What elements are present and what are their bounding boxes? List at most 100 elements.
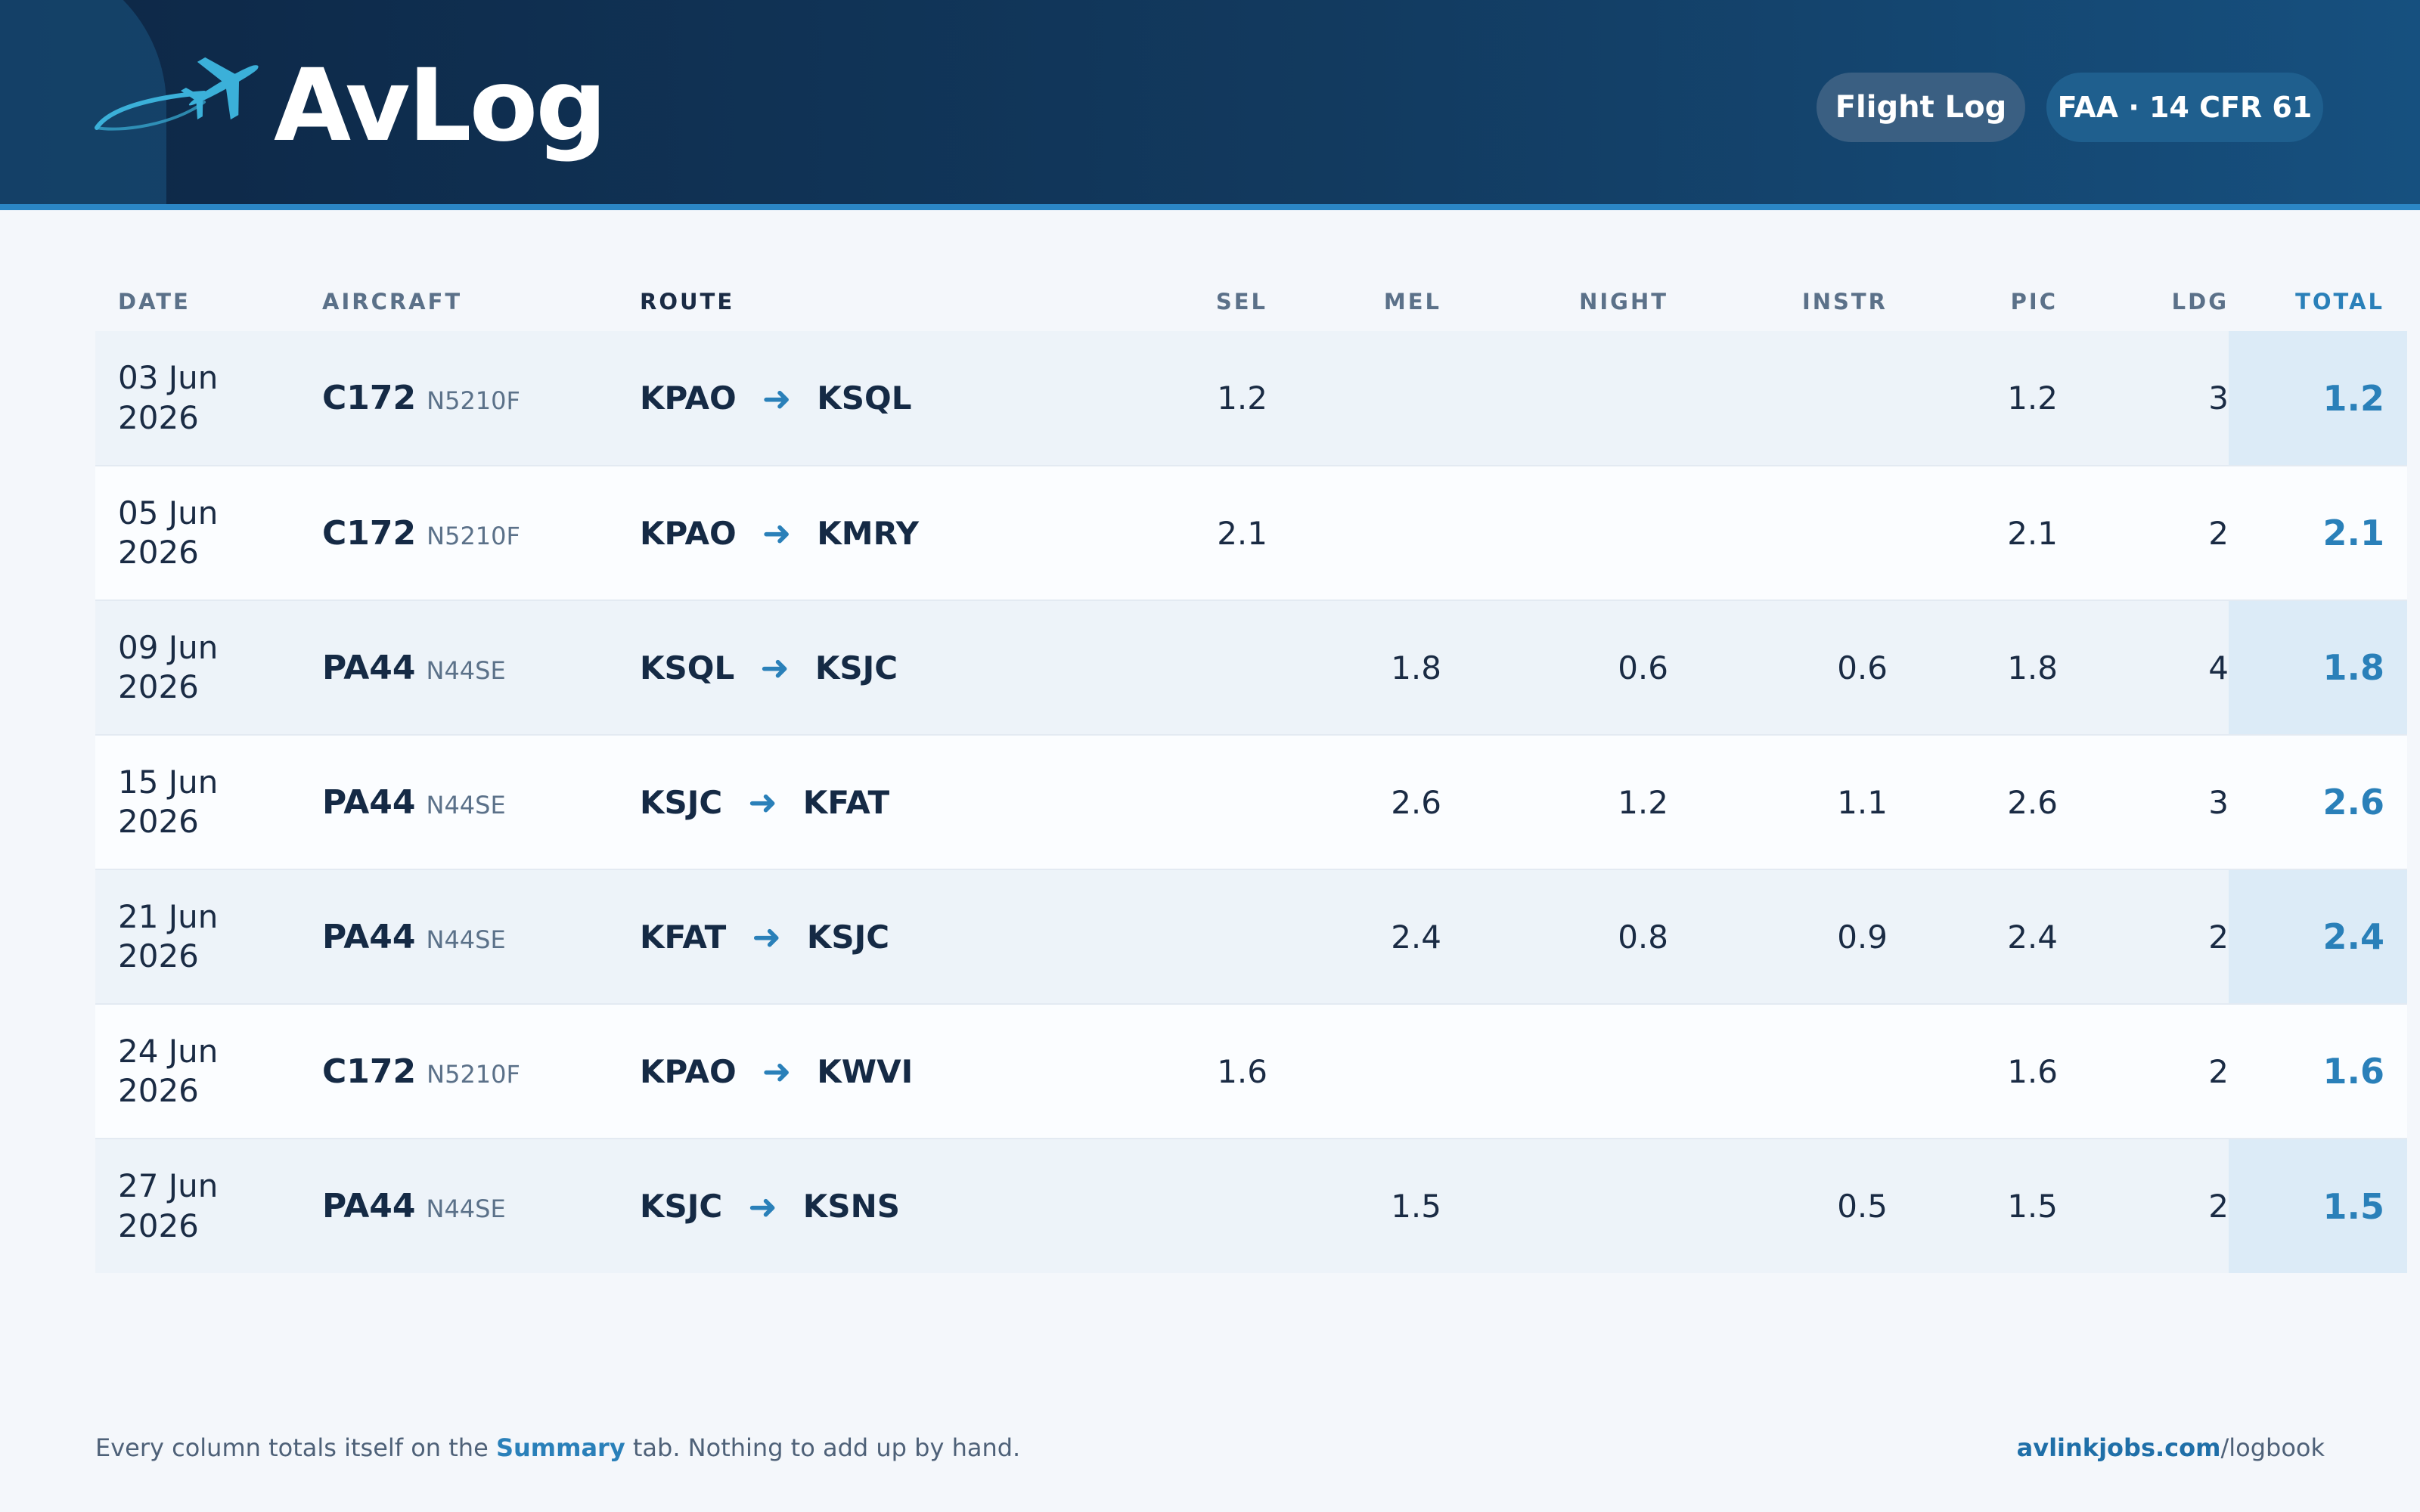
cell-route: KSJC ➜ KFAT [640,734,1018,869]
column-header-night[interactable]: NIGHT [1441,272,1668,331]
cell-route: KFAT ➜ KSJC [640,869,1018,1004]
table-row[interactable]: 21 Jun 2026 PA44 N44SE KFAT ➜ KSJC 2.4 0.8 0.9 2.4… [95,869,2407,1004]
cell-night [1441,1138,1668,1273]
cell-route: KPAO ➜ KSQL [640,331,1018,466]
cell-total: 2.1 [2229,465,2407,600]
table-row[interactable]: 24 Jun 2026 C172 N5210F KPAO ➜ KWVI 1.6 1.6 2 1.6 [95,1003,2407,1139]
cell-date: 15 Jun 2026 [95,734,322,869]
date-day-month: 27 Jun [118,1167,219,1204]
cell-mel: 2.6 [1267,734,1441,869]
cell-route: KPAO ➜ KMRY [640,465,1018,600]
app-header: AvLog Flight Log FAA · 14 CFR 61 [0,0,2420,210]
aircraft-registration: N44SE [426,790,506,820]
column-header-sel[interactable]: SEL [1018,272,1267,331]
route-destination: KSNS [802,1188,900,1225]
table-row[interactable]: 15 Jun 2026 PA44 N44SE KSJC ➜ KFAT 2.6 1.2 1.1 2.6… [95,734,2407,869]
summary-tab-link[interactable]: Summary [496,1433,625,1462]
cell-sel: 1.6 [1018,1003,1267,1139]
aircraft-registration: N44SE [426,655,506,685]
cell-sel: 1.2 [1018,331,1267,466]
table-row[interactable]: 03 Jun 2026 C172 N5210F KPAO ➜ KSQL 1.2 1.2 3 1.2 [95,331,2407,466]
footer-note-text: Every column totals itself on the [95,1433,496,1462]
aircraft-type: PA44 [322,782,416,822]
column-header-ldg[interactable]: LDG [2058,272,2229,331]
cell-pic: 1.5 [1888,1138,2058,1273]
cell-total: 1.5 [2229,1138,2407,1273]
cell-ldg: 2 [2058,1138,2229,1273]
footer-note: Every column totals itself on the Summar… [95,1433,1020,1462]
aircraft-registration: N44SE [426,1194,506,1223]
date-day-month: 09 Jun [118,628,219,666]
cell-ldg: 2 [2058,465,2229,600]
route-destination: KFAT [802,783,890,821]
cell-mel [1267,465,1441,600]
route-origin: KPAO [640,380,737,417]
date-year: 2026 [118,534,199,571]
flight-log-badge[interactable]: Flight Log [1817,73,2025,142]
aircraft-registration: N5210F [427,386,520,415]
cell-total: 1.8 [2229,600,2407,735]
route-origin: KFAT [640,918,727,956]
footer-url[interactable]: avlinkjobs.com/logbook [2017,1433,2325,1462]
cell-night [1441,1003,1668,1139]
column-header-mel[interactable]: MEL [1267,272,1441,331]
cell-pic: 2.1 [1888,465,2058,600]
route-origin: KSQL [640,649,735,686]
column-header-route[interactable]: ROUTE [640,272,1018,331]
footer-path: /logbook [2220,1433,2325,1462]
cell-date: 27 Jun 2026 [95,1138,322,1273]
footer-note-text-end: tab. Nothing to add up by hand. [625,1433,1021,1462]
cell-instr [1668,1003,1888,1139]
faa-regulation-badge[interactable]: FAA · 14 CFR 61 [2046,73,2323,142]
cell-sel: 2.1 [1018,465,1267,600]
date-year: 2026 [118,937,199,974]
cell-pic: 1.8 [1888,600,2058,735]
aircraft-registration: N44SE [426,925,506,954]
app-name: AvLog [274,48,607,164]
cell-ldg: 3 [2058,331,2229,466]
cell-aircraft: C172 N5210F [322,331,640,466]
column-header-date[interactable]: DATE [95,272,322,331]
date-year: 2026 [118,1207,199,1244]
route-destination: KWVI [817,1052,914,1090]
cell-route: KSQL ➜ KSJC [640,600,1018,735]
arrow-right-icon: ➜ [760,647,790,688]
cell-sel [1018,600,1267,735]
cell-pic: 2.6 [1888,734,2058,869]
cell-sel [1018,869,1267,1004]
arrow-right-icon: ➜ [748,1185,777,1227]
cell-instr: 0.6 [1668,600,1888,735]
cell-aircraft: PA44 N44SE [322,1138,640,1273]
flight-log-table: DATE AIRCRAFT ROUTE SEL MEL NIGHT INSTR … [95,272,2407,1273]
cell-mel [1267,1003,1441,1139]
table-row[interactable]: 05 Jun 2026 C172 N5210F KPAO ➜ KMRY 2.1 2.1 2 2.1 [95,465,2407,600]
aircraft-type: PA44 [322,1187,416,1225]
cell-instr: 1.1 [1668,734,1888,869]
column-header-instr[interactable]: INSTR [1668,272,1888,331]
date-day-month: 05 Jun [118,494,219,531]
aircraft-type: C172 [322,1052,417,1091]
cell-night [1441,331,1668,466]
app-logo[interactable]: AvLog [91,45,620,166]
cell-ldg: 4 [2058,600,2229,735]
aircraft-registration: N5210F [427,1059,520,1089]
arrow-right-icon: ➜ [762,377,792,419]
route-origin: KPAO [640,514,737,552]
cell-mel: 1.5 [1267,1138,1441,1273]
date-year: 2026 [118,803,199,840]
column-header-total[interactable]: TOTAL [2229,272,2407,331]
route-destination: KSJC [806,918,890,956]
cell-date: 21 Jun 2026 [95,869,322,1004]
route-destination: KSJC [814,649,898,686]
cell-ldg: 3 [2058,734,2229,869]
column-header-aircraft[interactable]: AIRCRAFT [322,272,640,331]
aircraft-registration: N5210F [427,521,520,550]
table-row[interactable]: 27 Jun 2026 PA44 N44SE KSJC ➜ KSNS 1.5 0.5 1.5 2 1.… [95,1138,2407,1273]
cell-ldg: 2 [2058,869,2229,1004]
table-row[interactable]: 09 Jun 2026 PA44 N44SE KSQL ➜ KSJC 1.8 0.6 0.6 1.8… [95,600,2407,735]
column-header-pic[interactable]: PIC [1888,272,2058,331]
cell-total: 1.6 [2229,1003,2407,1139]
cell-mel: 2.4 [1267,869,1441,1004]
arrow-right-icon: ➜ [762,513,792,553]
cell-night: 1.2 [1441,734,1668,869]
